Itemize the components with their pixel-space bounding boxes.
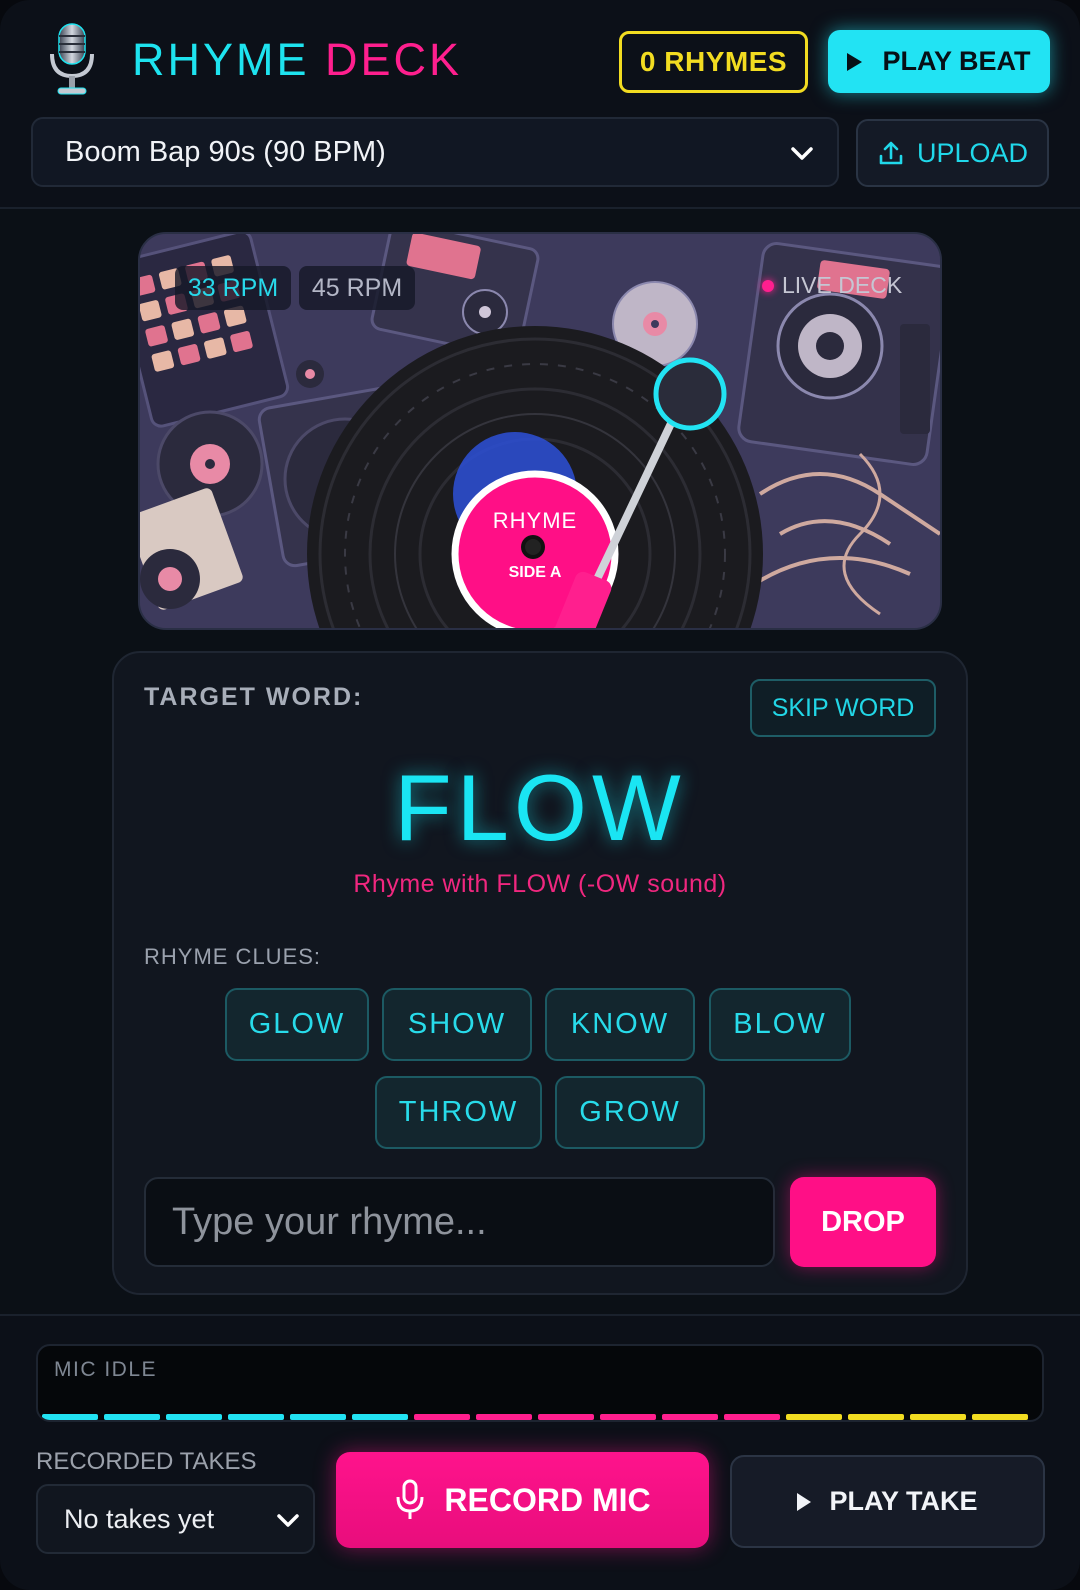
clue-chip[interactable]: GLOW (225, 988, 369, 1061)
meter-segment (104, 1414, 160, 1420)
meter-segment (290, 1414, 346, 1420)
turntable-deck: 33 RPM 45 RPM LIVE DECK RHYME SIDE A (138, 232, 942, 630)
app-title-deck: DECK (325, 34, 463, 85)
rhyme-clues: GLOW SHOW KNOW BLOW THROW GROW (114, 988, 966, 1160)
meter-segment (414, 1414, 470, 1420)
clue-chip[interactable]: THROW (375, 1076, 542, 1149)
meter-segment (476, 1414, 532, 1420)
clue-chip[interactable]: SHOW (382, 988, 532, 1061)
takes-select[interactable]: No takes yet (36, 1484, 315, 1554)
challenge-card: TARGET WORD: SKIP WORD FLOW Rhyme with F… (112, 651, 968, 1295)
play-beat-label: PLAY BEAT (882, 46, 1031, 76)
meter-segment (724, 1414, 780, 1420)
chevron-down-icon (277, 1514, 299, 1527)
clue-chip[interactable]: BLOW (709, 988, 851, 1061)
play-beat-button[interactable]: PLAY BEAT (828, 30, 1050, 93)
app-title: RHYME DECK (132, 34, 462, 86)
chevron-down-icon (791, 147, 813, 160)
meter-segment (786, 1414, 842, 1420)
rhyme-input[interactable] (144, 1177, 775, 1267)
rpm-45-toggle[interactable]: 45 RPM (299, 266, 415, 310)
rhyme-count-badge: 0 RHYMES (619, 31, 808, 93)
clue-chip[interactable]: KNOW (545, 988, 695, 1061)
drop-button[interactable]: DROP (790, 1177, 936, 1267)
rpm-33-toggle[interactable]: 33 RPM (175, 266, 291, 310)
meter-segment (352, 1414, 408, 1420)
beat-select-value: Boom Bap 90s (90 BPM) (65, 135, 386, 168)
header-divider (0, 207, 1080, 209)
live-dot-icon (762, 279, 774, 292)
footer-divider (0, 1314, 1080, 1316)
meter-segment (600, 1414, 656, 1420)
meter-segment (42, 1414, 98, 1420)
mic-level-meter: MIC IDLE (36, 1344, 1044, 1422)
recorded-takes-label: RECORDED TAKES (36, 1448, 257, 1475)
meter-segment (972, 1414, 1028, 1420)
rhyme-clues-label: RHYME CLUES: (144, 944, 322, 969)
meter-segment (910, 1414, 966, 1420)
rhyme-hint: Rhyme with FLOW (-OW sound) (353, 870, 727, 898)
upload-label: UPLOAD (916, 137, 1029, 168)
app-title-rhyme: RHYME (132, 34, 310, 85)
rhyme-deck-app: RHYME DECK 0 RHYMES PLAY BEAT Boom Bap 9… (0, 0, 1080, 1590)
meter-segment (662, 1414, 718, 1420)
play-icon (847, 52, 863, 71)
meter-segment (166, 1414, 222, 1420)
upload-button[interactable]: UPLOAD (856, 119, 1049, 187)
live-deck-label: LIVE DECK (782, 272, 903, 298)
play-take-label: PLAY TAKE (829, 1486, 978, 1516)
meter-segment (228, 1414, 284, 1420)
target-word-label: TARGET WORD: (144, 683, 364, 711)
record-mic-label: RECORD MIC (444, 1481, 651, 1518)
microphone-icon (396, 1479, 424, 1519)
mic-status: MIC IDLE (54, 1358, 158, 1381)
play-icon (797, 1492, 812, 1511)
target-word: FLOW (394, 755, 686, 860)
play-take-button[interactable]: PLAY TAKE (730, 1455, 1045, 1548)
record-mic-button[interactable]: RECORD MIC (336, 1452, 709, 1548)
record-label-side: SIDE A (508, 564, 562, 581)
beat-select[interactable]: Boom Bap 90s (90 BPM) (31, 117, 839, 187)
microphone-icon (50, 23, 94, 95)
skip-word-button[interactable]: SKIP WORD (750, 679, 936, 737)
clue-chip[interactable]: GROW (555, 1076, 705, 1149)
upload-icon (879, 141, 903, 165)
takes-select-value: No takes yet (64, 1503, 215, 1534)
meter-segment (848, 1414, 904, 1420)
live-deck-indicator: LIVE DECK (762, 272, 902, 299)
record-label-title: RHYME (492, 508, 578, 533)
meter-segment (538, 1414, 594, 1420)
